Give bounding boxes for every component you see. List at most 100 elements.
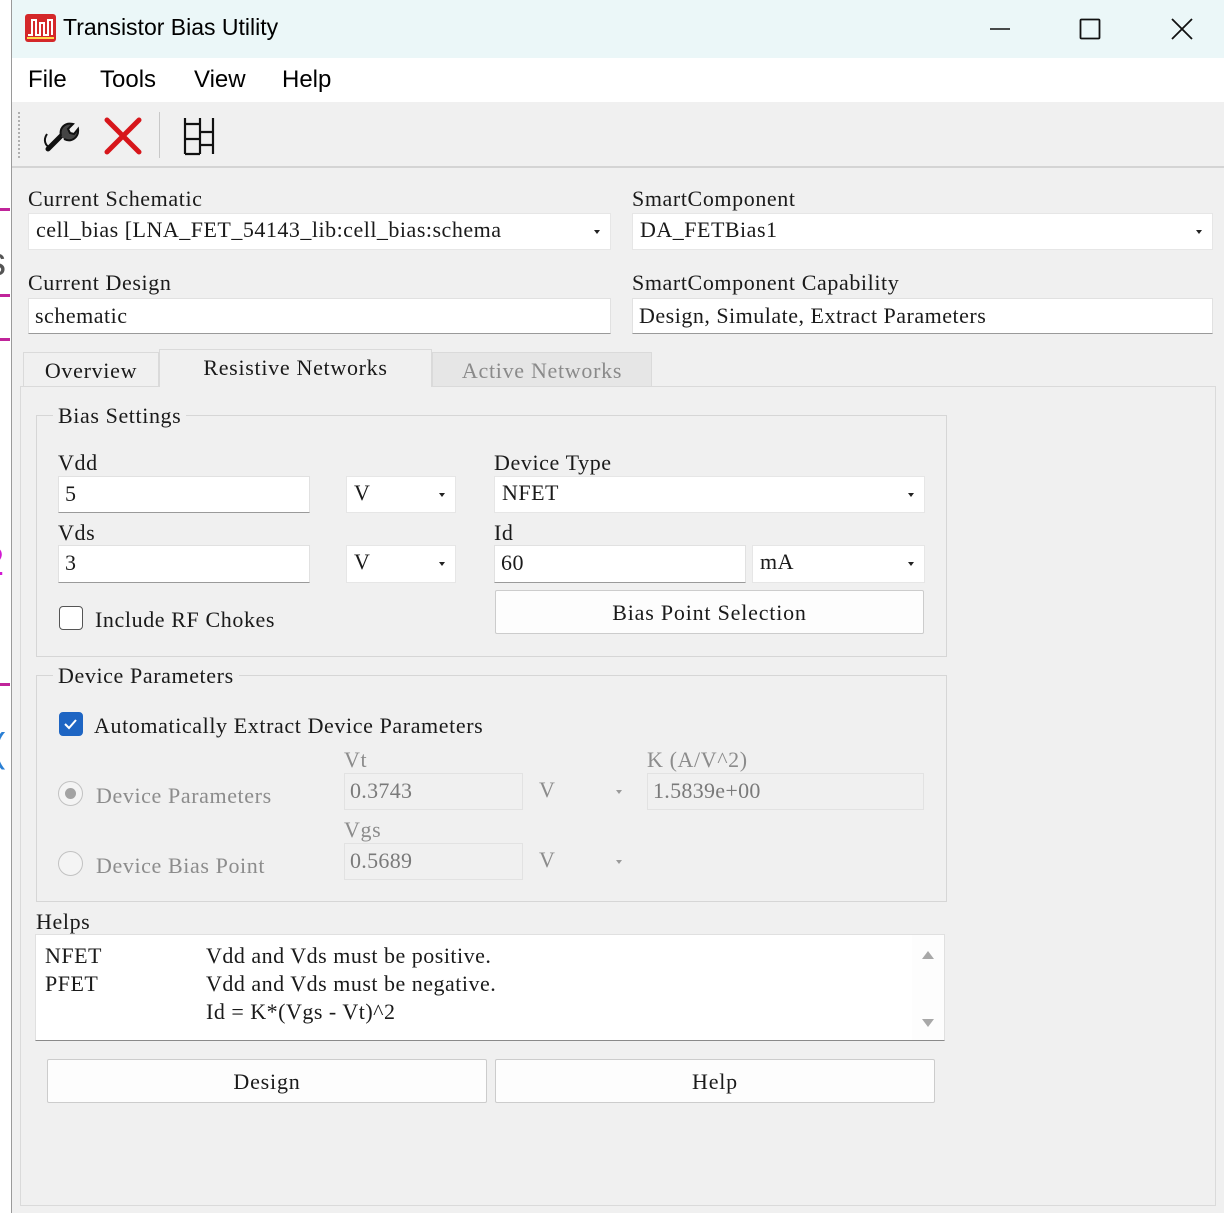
vt-label: Vt: [344, 747, 368, 772]
current-schematic-select[interactable]: cell_bias [LNA_FET_54143_lib:cell_bias:s…: [28, 213, 611, 250]
vgs-input: 0.5689: [344, 843, 523, 880]
minimize-icon: [990, 28, 1010, 30]
id-unit-value: mA: [760, 549, 794, 574]
device-parameters-radio: [58, 781, 83, 806]
close-icon: [1171, 18, 1193, 40]
background-text: 2: [0, 542, 4, 582]
id-input[interactable]: 60: [494, 545, 746, 583]
help-line-text: Vdd and Vds must be negative.: [206, 971, 497, 996]
app-logo-icon: [25, 14, 56, 42]
app-window: Transistor Bias Utility File Tools View …: [11, 0, 1224, 1213]
chevron-down-icon: [594, 229, 600, 234]
menu-tools[interactable]: Tools: [100, 66, 156, 94]
id-label: Id: [494, 520, 514, 545]
grid-button[interactable]: [176, 114, 220, 158]
background-text: s: [0, 242, 6, 282]
menu-file[interactable]: File: [28, 66, 67, 94]
tab-active-networks: Active Networks: [432, 352, 652, 386]
vt-input: 0.3743: [344, 773, 523, 810]
vgs-unit-select: V: [528, 843, 633, 880]
menu-view[interactable]: View: [194, 66, 246, 94]
vds-input[interactable]: 3: [58, 545, 310, 583]
id-unit-select[interactable]: mA: [752, 545, 925, 583]
minimize-button[interactable]: [977, 8, 1023, 50]
bias-settings-title: Bias Settings: [53, 403, 187, 429]
device-parameters-radio-label: Device Parameters: [96, 783, 272, 808]
background-text: (: [0, 728, 5, 768]
chevron-down-icon: [908, 562, 914, 566]
vds-unit-select[interactable]: V: [346, 545, 456, 583]
scroll-arrows-icon: [922, 951, 934, 1027]
vds-unit-value: V: [354, 549, 371, 574]
background-wire: [0, 683, 10, 686]
current-schematic-value: cell_bias [LNA_FET_54143_lib:cell_bias:s…: [36, 217, 502, 242]
delete-button[interactable]: [101, 114, 145, 158]
helps-label: Helps: [36, 909, 91, 934]
toolbar: [12, 102, 1224, 168]
device-bias-point-label: Device Bias Point: [96, 853, 266, 878]
checkmark-icon: [64, 719, 77, 730]
maximize-button[interactable]: [1067, 8, 1113, 50]
menu-help[interactable]: Help: [282, 66, 331, 94]
k-input: 1.5839e+00: [647, 773, 924, 810]
vdd-unit-value: V: [354, 480, 371, 505]
design-button[interactable]: Design: [47, 1059, 487, 1103]
background-wire: [0, 338, 10, 341]
wrench-icon: [43, 122, 80, 152]
device-bias-point-radio: [58, 851, 83, 876]
current-design-field[interactable]: schematic: [28, 298, 611, 334]
vt-unit-value: V: [539, 777, 556, 802]
smartcomponent-label: SmartComponent: [632, 186, 796, 211]
vds-label: Vds: [58, 520, 96, 545]
menu-bar: File Tools View Help: [12, 58, 1224, 102]
vdd-unit-select[interactable]: V: [346, 476, 456, 513]
chevron-down-icon: [439, 562, 445, 566]
vdd-label: Vdd: [58, 450, 98, 475]
device-type-select[interactable]: NFET: [494, 476, 925, 513]
vgs-label: Vgs: [344, 817, 382, 842]
smartcomponent-value: DA_FETBias1: [640, 217, 778, 242]
help-line-text: Id = K*(Vgs - Vt)^2: [206, 999, 396, 1024]
maximize-icon: [1079, 18, 1101, 40]
tab-resistive-networks[interactable]: Resistive Networks: [159, 349, 432, 387]
current-design-label: Current Design: [28, 270, 172, 295]
wrench-button[interactable]: [39, 114, 83, 158]
delete-x-icon: [104, 117, 142, 155]
smartcomponent-select[interactable]: DA_FETBias1: [632, 213, 1213, 250]
chevron-down-icon: [616, 859, 622, 864]
toolbar-separator: [159, 112, 160, 158]
auto-extract-checkbox[interactable]: [59, 712, 83, 736]
device-parameters-title: Device Parameters: [53, 663, 239, 689]
device-type-value: NFET: [502, 480, 559, 505]
vgs-unit-value: V: [539, 847, 556, 872]
device-type-label: Device Type: [494, 450, 612, 475]
background-wire: [0, 294, 10, 297]
tab-overview[interactable]: Overview: [23, 352, 159, 386]
helps-scrollbar[interactable]: [912, 935, 944, 1040]
toolbar-grip[interactable]: [18, 112, 22, 158]
k-label: K (A/V^2): [647, 747, 748, 772]
rf-chokes-checkbox[interactable]: [59, 606, 83, 630]
bias-point-selection-button[interactable]: Bias Point Selection: [495, 590, 924, 634]
chevron-down-icon: [616, 789, 622, 794]
close-button[interactable]: [1159, 8, 1205, 50]
vdd-input[interactable]: 5: [58, 476, 310, 513]
auto-extract-label[interactable]: Automatically Extract Device Parameters: [94, 713, 483, 739]
help-line-key: NFET: [45, 943, 102, 968]
help-line-text: Vdd and Vds must be positive.: [206, 943, 492, 968]
help-button[interactable]: Help: [495, 1059, 935, 1103]
chevron-down-icon: [439, 492, 445, 497]
chevron-down-icon: [1196, 229, 1202, 234]
rf-chokes-label[interactable]: Include RF Chokes: [95, 607, 275, 633]
capability-label: SmartComponent Capability: [632, 270, 900, 295]
chevron-down-icon: [908, 492, 914, 497]
capability-field[interactable]: Design, Simulate, Extract Parameters: [632, 298, 1213, 334]
helps-textbox[interactable]: NFET Vdd and Vds must be positive. PFET …: [35, 934, 945, 1041]
help-line-key: PFET: [45, 971, 99, 996]
vt-unit-select: V: [528, 773, 633, 810]
background-wire: [0, 208, 10, 211]
grid-layout-icon: [183, 118, 215, 156]
title-bar: Transistor Bias Utility: [12, 0, 1224, 58]
current-schematic-label: Current Schematic: [28, 186, 203, 211]
window-title: Transistor Bias Utility: [63, 14, 279, 40]
